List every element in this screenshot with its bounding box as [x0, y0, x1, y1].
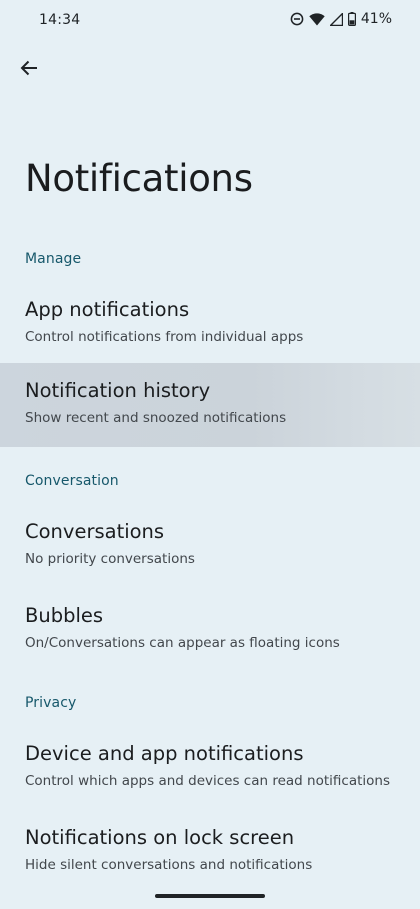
- list-item-device-and-app-notifications[interactable]: Device and app notifications Control whi…: [0, 726, 420, 810]
- gesture-nav-handle[interactable]: [155, 894, 265, 898]
- item-subtitle: Show recent and snoozed notifications: [25, 410, 287, 426]
- list-item-notifications-on-lock-screen[interactable]: Notifications on lock screen Hide silent…: [0, 810, 420, 894]
- back-button[interactable]: [14, 55, 44, 85]
- item-title: App notifications: [25, 298, 190, 321]
- wifi-icon: [309, 12, 325, 26]
- item-title: Bubbles: [25, 604, 104, 627]
- section-header-privacy: Privacy: [25, 695, 77, 711]
- item-title: Conversations: [25, 520, 165, 543]
- item-subtitle: On/Conversations can appear as floating …: [25, 635, 340, 651]
- arrow-left-icon: [20, 59, 38, 81]
- item-subtitle: Control notifications from individual ap…: [25, 329, 304, 345]
- list-item-bubbles[interactable]: Bubbles On/Conversations can appear as f…: [0, 588, 420, 672]
- status-time: 14:34: [39, 12, 81, 28]
- item-subtitle: Hide silent conversations and notificati…: [25, 857, 313, 873]
- item-subtitle: Control which apps and devices can read …: [25, 773, 390, 789]
- list-item-app-notifications[interactable]: App notifications Control notifications …: [0, 282, 420, 366]
- item-title: Device and app notifications: [25, 742, 304, 765]
- item-title: Notifications on lock screen: [25, 826, 295, 849]
- status-bar: 14:34 41%: [0, 0, 420, 42]
- do-not-disturb-icon: [290, 12, 304, 26]
- battery-icon: [347, 12, 356, 26]
- item-subtitle: No priority conversations: [25, 551, 195, 567]
- list-item-conversations[interactable]: Conversations No priority conversations: [0, 504, 420, 588]
- section-header-conversation: Conversation: [25, 473, 119, 489]
- signal-icon: [329, 12, 343, 26]
- status-icons: 41%: [290, 11, 392, 27]
- list-item-notification-history[interactable]: Notification history Show recent and sno…: [0, 363, 420, 447]
- battery-percent: 41%: [360, 11, 392, 27]
- item-title: Notification history: [25, 379, 211, 402]
- page-title: Notifications: [25, 157, 253, 200]
- section-header-manage: Manage: [25, 251, 82, 267]
